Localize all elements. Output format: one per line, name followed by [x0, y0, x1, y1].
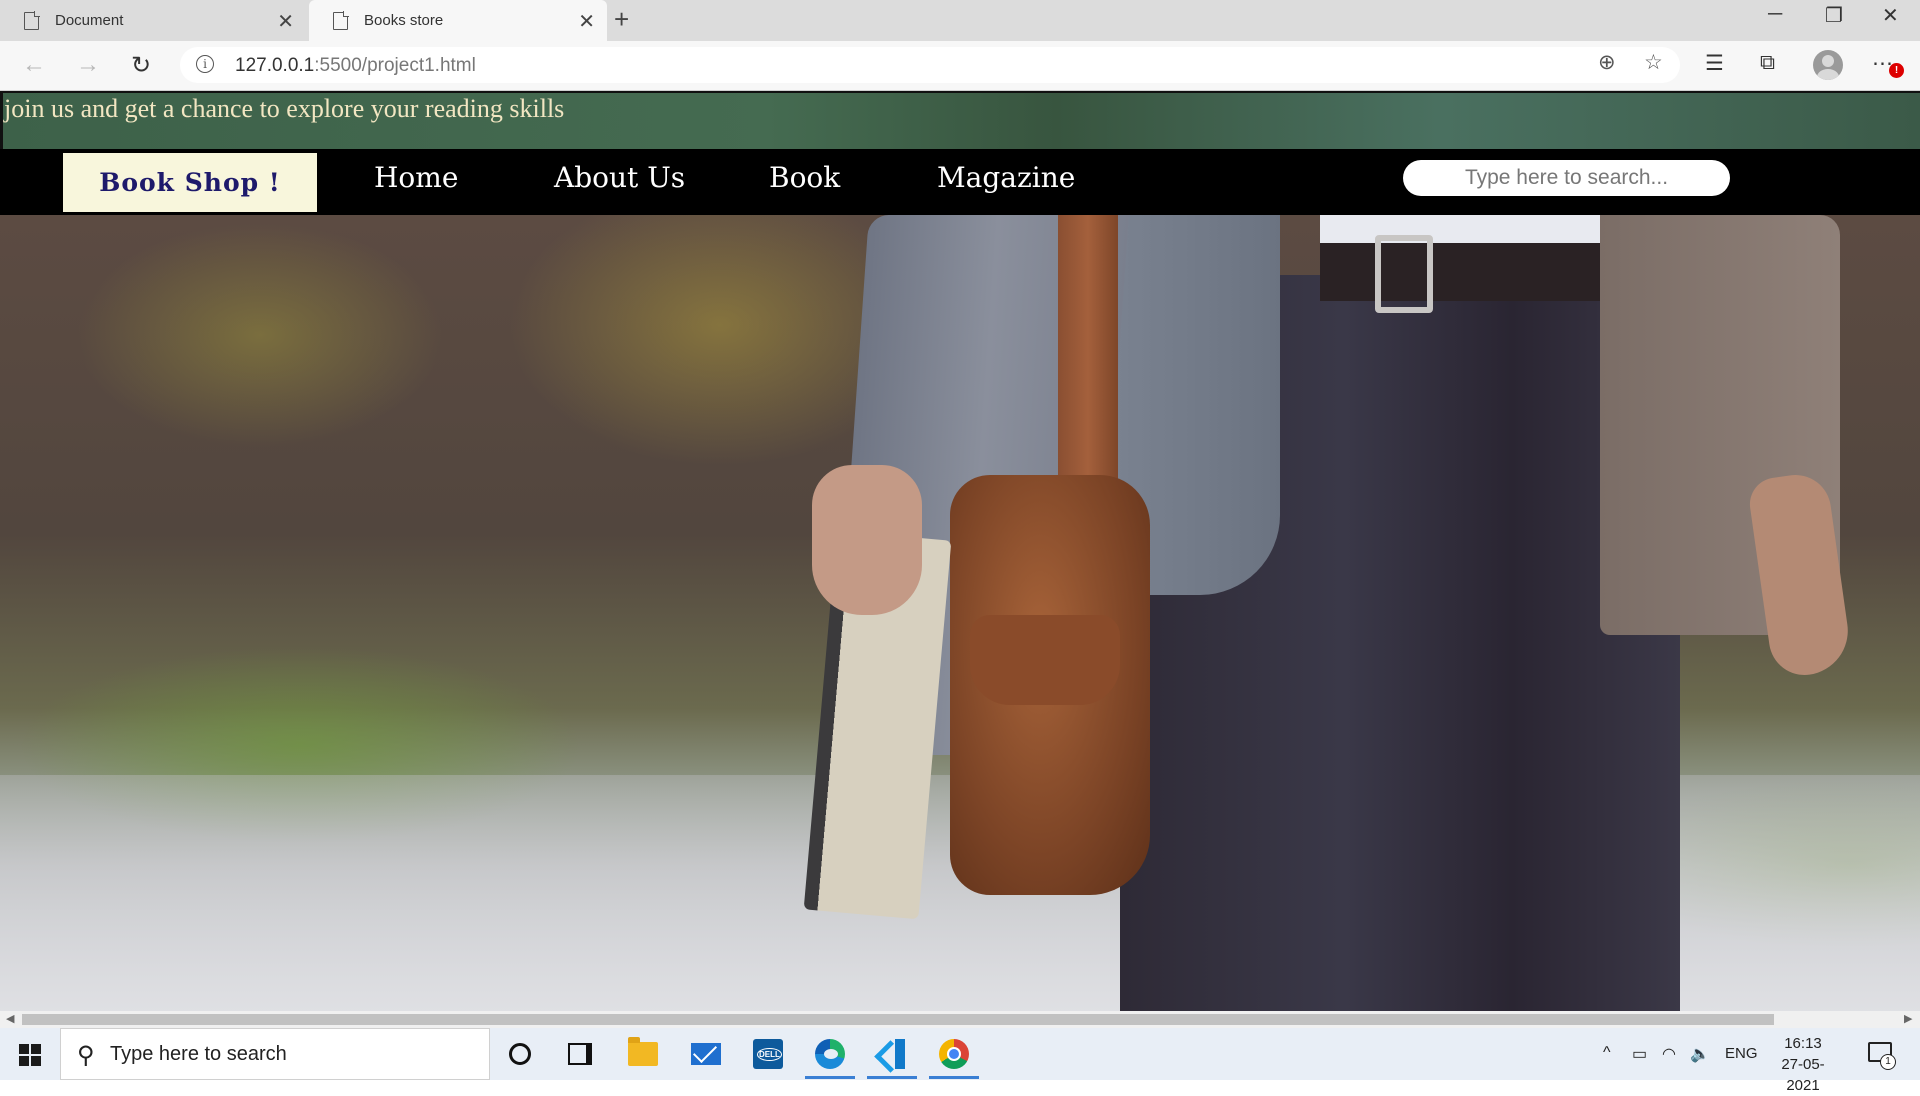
task-view-icon[interactable]: [563, 1038, 597, 1070]
clock-time: 16:13: [1784, 1035, 1822, 1052]
site-info-icon[interactable]: i: [196, 55, 214, 73]
tab-books-store[interactable]: Books store ✕: [309, 0, 607, 41]
favorites-list-icon[interactable]: ☰: [1705, 51, 1724, 76]
url-field[interactable]: i 127.0.0.1:5500/project1.html: [180, 47, 1680, 83]
scrollbar-thumb[interactable]: [22, 1014, 1774, 1025]
notification-badge: !: [1889, 63, 1904, 78]
brand-logo[interactable]: Book Shop !: [63, 153, 317, 212]
language-indicator[interactable]: ENG: [1725, 1045, 1758, 1062]
forward-icon[interactable]: →: [76, 51, 100, 79]
announcement-strip: join us and get a chance to explore your…: [0, 91, 1920, 149]
hero-image: [0, 215, 1920, 1011]
new-tab-icon[interactable]: +: [614, 4, 629, 35]
url-text[interactable]: 127.0.0.1:5500/project1.html: [235, 55, 476, 77]
taskbar-search-box[interactable]: ⚲ Type here to search: [60, 1028, 490, 1080]
nav-home[interactable]: Home: [374, 161, 458, 194]
show-hidden-icons-chevron-icon[interactable]: ^: [1603, 1044, 1611, 1062]
profile-avatar[interactable]: [1813, 50, 1843, 80]
document-icon: [24, 11, 40, 30]
nav-book[interactable]: Book: [769, 161, 840, 194]
search-input[interactable]: [1403, 160, 1730, 196]
document-icon: [333, 11, 349, 30]
clock[interactable]: 16:13 27-05-2021: [1768, 1033, 1838, 1096]
file-explorer-icon[interactable]: [626, 1037, 660, 1070]
tagline-text: join us and get a chance to explore your…: [4, 94, 565, 123]
favorite-star-icon[interactable]: ☆: [1644, 50, 1663, 75]
action-center-count: 1: [1880, 1054, 1896, 1070]
nav-about-us[interactable]: About Us: [554, 161, 685, 194]
tab-title: Books store: [364, 12, 444, 29]
nav-magazine[interactable]: Magazine: [937, 161, 1075, 194]
search-icon: ⚲: [77, 1042, 95, 1069]
browser-tab-bar: Document ✕ Books store ✕ + ─ ❐ ✕: [0, 0, 1920, 41]
windows-taskbar: ⚲ Type here to search ^ ▭ ◠ 🔈 ENG 16:13 …: [0, 1028, 1920, 1094]
mail-icon[interactable]: [689, 1038, 723, 1070]
zoom-icon[interactable]: ⊕: [1598, 50, 1616, 75]
close-window-icon[interactable]: ✕: [1882, 3, 1899, 28]
scroll-right-icon[interactable]: ▶: [1904, 1012, 1912, 1025]
volume-icon[interactable]: 🔈: [1690, 1044, 1710, 1064]
horizontal-scrollbar[interactable]: ◀ ▶: [0, 1011, 1920, 1028]
windows-start-icon[interactable]: [19, 1044, 41, 1066]
page-viewport: join us and get a chance to explore your…: [0, 91, 1920, 1011]
dell-app-icon[interactable]: [751, 1038, 785, 1070]
clock-date: 27-05-2021: [1781, 1056, 1825, 1094]
reload-icon[interactable]: ↻: [131, 51, 151, 80]
cortana-icon[interactable]: [503, 1038, 537, 1070]
edge-browser-icon[interactable]: [805, 1038, 855, 1079]
taskbar-search-text: Type here to search: [110, 1043, 287, 1065]
scroll-left-icon[interactable]: ◀: [6, 1012, 14, 1025]
minimize-icon[interactable]: ─: [1768, 3, 1782, 26]
address-bar: ← → ↻ i 127.0.0.1:5500/project1.html ⊕ ☆…: [0, 41, 1920, 91]
back-icon[interactable]: ←: [22, 51, 46, 79]
collections-icon[interactable]: ⧉: [1760, 51, 1775, 75]
close-tab-icon[interactable]: ✕: [277, 9, 294, 34]
close-tab-icon[interactable]: ✕: [578, 9, 595, 34]
wifi-icon[interactable]: ◠: [1662, 1044, 1676, 1064]
tab-document[interactable]: Document ✕: [0, 0, 306, 41]
vscode-icon[interactable]: [867, 1038, 917, 1079]
tab-title: Document: [55, 12, 124, 29]
site-navbar: Book Shop ! Home About Us Book Magazine: [0, 149, 1920, 215]
restore-icon[interactable]: ❐: [1825, 3, 1843, 28]
battery-icon[interactable]: ▭: [1632, 1044, 1647, 1064]
chrome-icon[interactable]: [929, 1038, 979, 1079]
